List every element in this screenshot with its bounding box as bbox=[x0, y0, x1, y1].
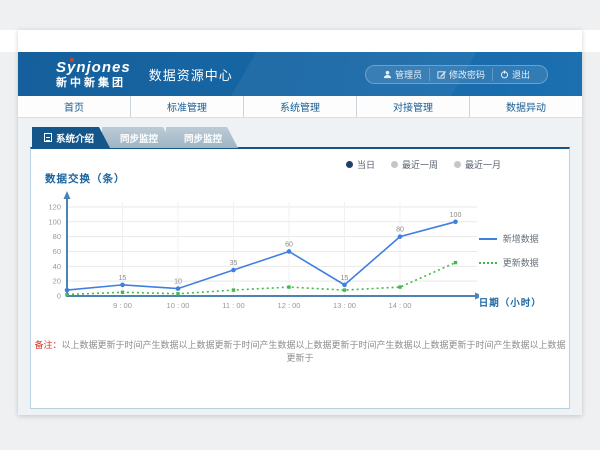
svg-text:35: 35 bbox=[230, 260, 238, 267]
page-card: Synjones 新中新集团 数据资源中心 管理员 修改密码 bbox=[18, 30, 582, 415]
content-area: 系统介绍 同步监控 同步监控 当日 最近一周 bbox=[18, 118, 582, 415]
nav-item-interface-mgmt[interactable]: 对接管理 bbox=[356, 96, 469, 117]
logo-company-name: 新中新集团 bbox=[56, 78, 131, 89]
nav-item-system-mgmt[interactable]: 系统管理 bbox=[243, 96, 356, 117]
y-axis-title: 数据交换（条） bbox=[45, 171, 569, 186]
svg-text:80: 80 bbox=[53, 232, 61, 241]
filter-last-week-radio[interactable]: 最近一周 bbox=[391, 158, 438, 171]
main-nav: 首页 标准管理 系统管理 对接管理 数据异动 bbox=[18, 96, 582, 118]
legend-label: 更新数据 bbox=[503, 256, 539, 269]
svg-text:10 : 00: 10 : 00 bbox=[167, 301, 190, 310]
svg-text:11 : 00: 11 : 00 bbox=[222, 301, 244, 310]
user-menu-label: 管理员 bbox=[395, 68, 422, 81]
filter-label: 当日 bbox=[357, 158, 375, 171]
radio-selected-icon bbox=[346, 161, 353, 168]
filter-last-month-radio[interactable]: 最近一月 bbox=[454, 158, 501, 171]
card-top-strip bbox=[18, 30, 582, 52]
svg-text:20: 20 bbox=[53, 277, 61, 286]
time-range-filters: 当日 最近一周 最近一月 bbox=[346, 158, 501, 171]
line-chart: 0 20 40 60 80 100 120 9 : 00 10 : 00 11 : 00 12 : … bbox=[35, 188, 479, 314]
tab-label: 同步监控 bbox=[184, 131, 222, 145]
filter-today-radio[interactable]: 当日 bbox=[346, 158, 375, 171]
svg-text:15: 15 bbox=[341, 275, 349, 282]
svg-text:13 : 00: 13 : 00 bbox=[333, 301, 356, 310]
footnote: 备注：以上数据更新于时间产生数据以上数据更新于时间产生数据以上数据更新于时间产生… bbox=[31, 338, 569, 364]
green-dotted-line-icon bbox=[479, 262, 497, 264]
svg-text:9 : 00: 9 : 00 bbox=[113, 301, 132, 310]
blue-solid-line-icon bbox=[479, 238, 497, 240]
nav-item-home[interactable]: 首页 bbox=[18, 96, 130, 117]
page-title: 数据资源中心 bbox=[149, 65, 233, 84]
legend-label: 新增数据 bbox=[503, 232, 539, 245]
svg-text:12 : 00: 12 : 00 bbox=[278, 301, 301, 310]
current-user-button[interactable]: 管理员 bbox=[376, 68, 429, 81]
svg-text:80: 80 bbox=[396, 227, 404, 234]
user-menu: 管理员 修改密码 退出 bbox=[365, 65, 548, 84]
svg-text:120: 120 bbox=[48, 202, 61, 211]
user-icon bbox=[383, 70, 392, 79]
svg-text:100: 100 bbox=[450, 212, 462, 219]
svg-text:14 : 00: 14 : 00 bbox=[389, 301, 412, 310]
svg-text:60: 60 bbox=[285, 241, 293, 248]
svg-text:100: 100 bbox=[48, 217, 61, 226]
tab-label: 系统介绍 bbox=[56, 131, 94, 145]
logo-brand-name: Synjones bbox=[56, 60, 131, 75]
footnote-label: 备注： bbox=[34, 340, 61, 350]
logout-label: 退出 bbox=[512, 68, 530, 81]
legend-item-new-data: 新增数据 bbox=[479, 232, 569, 245]
nav-item-standard-mgmt[interactable]: 标准管理 bbox=[130, 96, 243, 117]
svg-text:0: 0 bbox=[57, 292, 61, 301]
nav-item-data-change[interactable]: 数据异动 bbox=[469, 96, 582, 117]
power-icon bbox=[500, 70, 509, 79]
app-header: Synjones 新中新集团 数据资源中心 管理员 修改密码 bbox=[18, 52, 582, 96]
tab-bar: 系统介绍 同步监控 同步监控 bbox=[32, 127, 582, 148]
tab-system-intro[interactable]: 系统介绍 bbox=[32, 127, 110, 148]
svg-text:10: 10 bbox=[174, 279, 182, 286]
change-password-label: 修改密码 bbox=[449, 68, 485, 81]
tab-sync-monitor-1[interactable]: 同步监控 bbox=[102, 127, 174, 148]
edit-icon bbox=[437, 70, 446, 79]
tab-label: 同步监控 bbox=[120, 131, 158, 145]
radio-unselected-icon bbox=[391, 161, 398, 168]
svg-text:15: 15 bbox=[119, 275, 127, 282]
logout-button[interactable]: 退出 bbox=[492, 68, 537, 81]
logo-red-dot bbox=[70, 58, 74, 62]
filter-label: 最近一周 bbox=[402, 158, 438, 171]
change-password-button[interactable]: 修改密码 bbox=[429, 68, 492, 81]
chart-legend-column: 新增数据 更新数据 日期（小时） bbox=[479, 188, 569, 314]
chart-panel: 当日 最近一周 最近一月 数据交换（条） 0 20 40 60 80 100 120 9 : … bbox=[30, 147, 570, 409]
footnote-text: 以上数据更新于时间产生数据以上数据更新于时间产生数据以上数据更新于时间产生数据以… bbox=[62, 340, 566, 363]
x-axis-title: 日期（小时） bbox=[479, 295, 569, 309]
radio-unselected-icon bbox=[454, 161, 461, 168]
chart-area: 0 20 40 60 80 100 120 9 : 00 10 : 00 11 : 00 12 : … bbox=[31, 188, 569, 314]
document-icon bbox=[44, 133, 52, 142]
legend-item-updated-data: 更新数据 bbox=[479, 256, 569, 269]
tab-sync-monitor-2[interactable]: 同步监控 bbox=[166, 127, 238, 148]
filter-label: 最近一月 bbox=[465, 158, 501, 171]
svg-text:40: 40 bbox=[53, 262, 61, 271]
company-logo: Synjones 新中新集团 bbox=[56, 60, 131, 89]
svg-text:60: 60 bbox=[53, 247, 61, 256]
